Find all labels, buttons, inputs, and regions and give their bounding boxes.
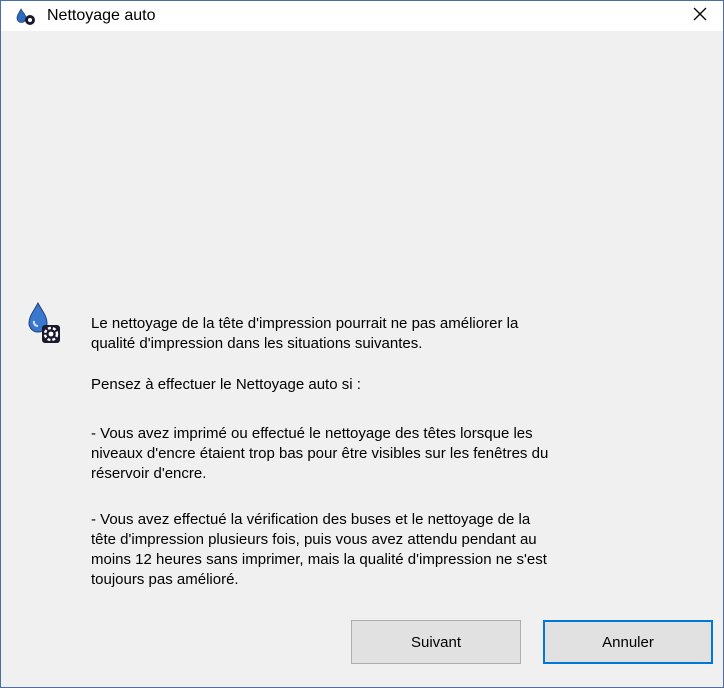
cancel-button[interactable]: Annuler [543,620,713,664]
close-button[interactable] [677,1,723,31]
info-paragraph-2: Pensez à effectuer le Nettoyage auto si … [91,376,361,393]
info-paragraph-1: Le nettoyage de la tête d'impression pou… [91,315,519,352]
info-paragraph-4: - Vous avez effectué la vérification des… [91,511,547,588]
window-title: Nettoyage auto [47,7,156,24]
title-bar[interactable]: Nettoyage auto [1,1,723,31]
dialog-window: Nettoyage auto Le nettoyage de la tête d… [0,0,724,688]
ink-drop-gear-icon [15,8,37,26]
dialog-content: Le nettoyage de la tête d'impression pou… [1,31,723,687]
next-button[interactable]: Suivant [351,620,521,664]
close-icon [692,6,708,27]
ink-drop-gear-icon [25,301,61,345]
info-paragraph-3: - Vous avez imprimé ou effectué le netto… [91,425,549,482]
